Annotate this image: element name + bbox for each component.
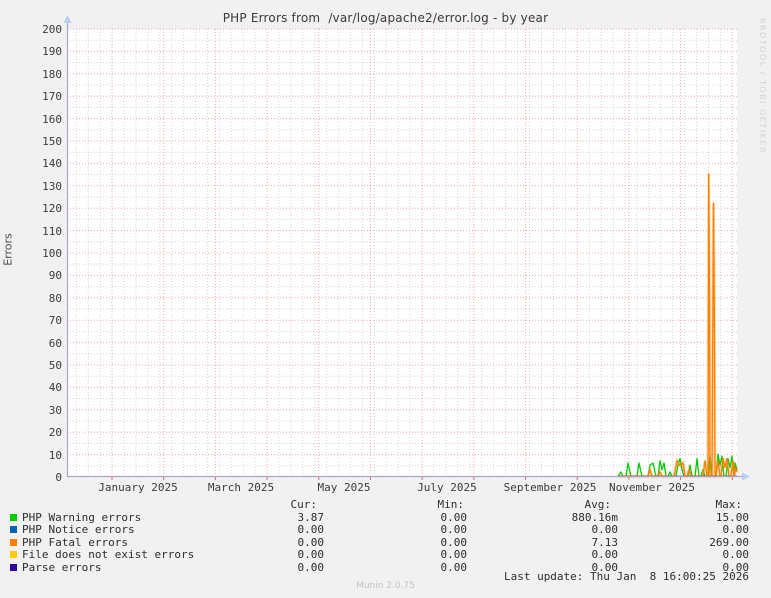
- legend-label: PHP Warning errors: [22, 510, 142, 524]
- x-tick-label: May 2025: [317, 481, 371, 494]
- rrdtool-watermark: RRDTOOL / TOBI OETIKER: [758, 18, 767, 155]
- y-tick-label: 140: [42, 157, 62, 171]
- legend-value: 0.00: [440, 510, 468, 524]
- y-tick-label: 150: [42, 135, 62, 148]
- y-tick-label: 30: [48, 403, 62, 417]
- x-tick-label: March 2025: [207, 481, 275, 494]
- y-tick-label: 200: [42, 23, 62, 36]
- page-title: PHP Errors from /var/log/apache2/error.l…: [222, 11, 549, 25]
- legend-value: 15.00: [715, 510, 749, 524]
- y-tick-label: 80: [48, 291, 62, 305]
- legend-label: PHP Notice errors: [22, 523, 135, 536]
- y-tick-label: 40: [48, 381, 62, 395]
- legend-header: Max:: [715, 498, 743, 511]
- munin-version-text: Munin 2.0.75: [356, 581, 415, 591]
- legend-header: Cur:: [290, 498, 318, 511]
- y-tick-label: 70: [48, 314, 62, 328]
- legend-swatch-parse-errors: [10, 563, 17, 571]
- legend-value: 0.00: [297, 548, 325, 561]
- y-tick-label: 170: [42, 90, 62, 104]
- legend-value: 0.00: [297, 523, 325, 536]
- legend-label: PHP Fatal errors: [22, 535, 128, 549]
- y-tick-label: 20: [48, 426, 62, 440]
- legend-value: 0.00: [297, 535, 325, 549]
- x-tick-label: January 2025: [98, 481, 178, 494]
- legend-swatch-php-fatal-errors: [10, 538, 17, 546]
- y-tick-label: 130: [42, 179, 62, 193]
- legend-value: 269.00: [709, 535, 749, 549]
- x-tick-label: July 2025: [417, 481, 477, 494]
- y-tick-label: 120: [42, 202, 62, 216]
- chart-canvas: [63, 15, 750, 481]
- y-tick-label: 90: [48, 269, 62, 283]
- legend-value: 0.00: [722, 523, 750, 536]
- legend-header: Min:: [437, 498, 465, 511]
- legend-swatch-php-warning-errors: [10, 513, 17, 521]
- legend-value: 0.00: [297, 560, 325, 574]
- legend-swatch-php-notice-errors: [10, 526, 17, 533]
- y-tick-label: 10: [48, 448, 62, 462]
- x-axis-arrow-icon: [742, 472, 750, 481]
- legend-value: 0.00: [591, 523, 619, 536]
- legend-value: 0.00: [440, 548, 468, 561]
- legend-swatch-file-does-not-exist-errors: [10, 551, 17, 558]
- series-glow-php-fatal-errors: [618, 173, 739, 478]
- legend-value: 880.16m: [571, 510, 618, 524]
- legend-header: Avg:: [584, 498, 612, 511]
- y-tick-label: 0: [55, 471, 62, 484]
- legend-value: 0.00: [722, 548, 750, 561]
- legend-label: Parse errors: [22, 560, 102, 574]
- y-tick-label: 190: [42, 45, 62, 59]
- legend-value: 0.00: [591, 548, 619, 561]
- legend-label: File does not exist errors: [22, 548, 195, 561]
- legend-value: 0.00: [440, 560, 468, 574]
- y-tick-label: 180: [42, 67, 62, 81]
- y-tick-label: 60: [48, 336, 62, 350]
- y-tick-label: 110: [42, 224, 62, 238]
- y-tick-label: 160: [42, 112, 62, 126]
- legend-value: 0.00: [440, 535, 468, 549]
- x-tick-label: November 2025: [608, 481, 696, 494]
- legend-value: 7.13: [591, 535, 619, 549]
- legend-value: 3.87: [297, 510, 325, 524]
- legend-value: 0.00: [440, 523, 468, 536]
- y-tick-label: 100: [42, 247, 62, 260]
- series-line-php-fatal-errors: [618, 173, 738, 478]
- y-tick-label: 50: [48, 359, 62, 372]
- plot-area: [63, 15, 750, 481]
